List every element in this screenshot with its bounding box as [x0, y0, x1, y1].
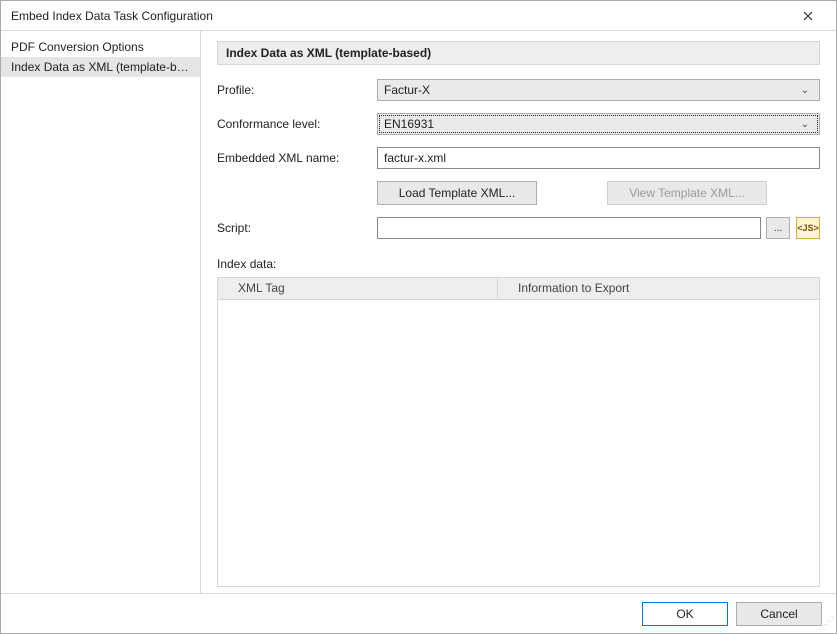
- script-js-button[interactable]: <JS>: [796, 217, 820, 239]
- chevron-down-icon: ⌄: [797, 85, 813, 96]
- close-button[interactable]: [788, 2, 828, 30]
- profile-dropdown[interactable]: Factur-X ⌄: [377, 79, 820, 101]
- col-info-export[interactable]: Information to Export: [498, 278, 819, 299]
- script-input[interactable]: [377, 217, 761, 239]
- cancel-button[interactable]: Cancel: [736, 602, 822, 626]
- row-script: Script: ... <JS>: [217, 217, 820, 239]
- label-conformance: Conformance level:: [217, 117, 377, 131]
- col-xml-tag[interactable]: XML Tag: [218, 278, 498, 299]
- label-script: Script:: [217, 221, 377, 235]
- window-title: Embed Index Data Task Configuration: [11, 9, 788, 23]
- section-header: Index Data as XML (template-based): [217, 41, 820, 65]
- label-index-data: Index data:: [217, 257, 820, 271]
- conformance-value: EN16931: [384, 117, 797, 131]
- row-xml-name: Embedded XML name: factur-x.xml: [217, 147, 820, 169]
- dialog-window: Embed Index Data Task Configuration PDF …: [0, 0, 837, 634]
- load-template-button[interactable]: Load Template XML...: [377, 181, 537, 205]
- view-template-button: View Template XML...: [607, 181, 767, 205]
- sidebar: PDF Conversion Options Index Data as XML…: [1, 31, 201, 593]
- footer: OK Cancel ⋰: [1, 593, 836, 633]
- resize-grip-icon[interactable]: ⋰: [822, 619, 834, 631]
- label-xml-name: Embedded XML name:: [217, 151, 377, 165]
- sidebar-item-pdf-conversion[interactable]: PDF Conversion Options: [1, 37, 200, 57]
- index-data-table: XML Tag Information to Export: [217, 277, 820, 587]
- profile-value: Factur-X: [384, 83, 797, 97]
- row-template-buttons: Load Template XML... View Template XML..…: [217, 181, 820, 205]
- xml-name-value: factur-x.xml: [384, 151, 446, 165]
- xml-name-input[interactable]: factur-x.xml: [377, 147, 820, 169]
- conformance-dropdown[interactable]: EN16931 ⌄: [377, 113, 820, 135]
- row-conformance: Conformance level: EN16931 ⌄: [217, 113, 820, 135]
- row-profile: Profile: Factur-X ⌄: [217, 79, 820, 101]
- table-body: [218, 300, 819, 586]
- chevron-down-icon: ⌄: [797, 119, 813, 130]
- table-header: XML Tag Information to Export: [218, 278, 819, 300]
- script-browse-button[interactable]: ...: [766, 217, 790, 239]
- close-icon: [803, 11, 813, 21]
- body: PDF Conversion Options Index Data as XML…: [1, 31, 836, 593]
- titlebar: Embed Index Data Task Configuration: [1, 1, 836, 31]
- label-profile: Profile:: [217, 83, 377, 97]
- sidebar-item-index-data-xml[interactable]: Index Data as XML (template-based): [1, 57, 200, 77]
- main-panel: Index Data as XML (template-based) Profi…: [201, 31, 836, 593]
- ok-button[interactable]: OK: [642, 602, 728, 626]
